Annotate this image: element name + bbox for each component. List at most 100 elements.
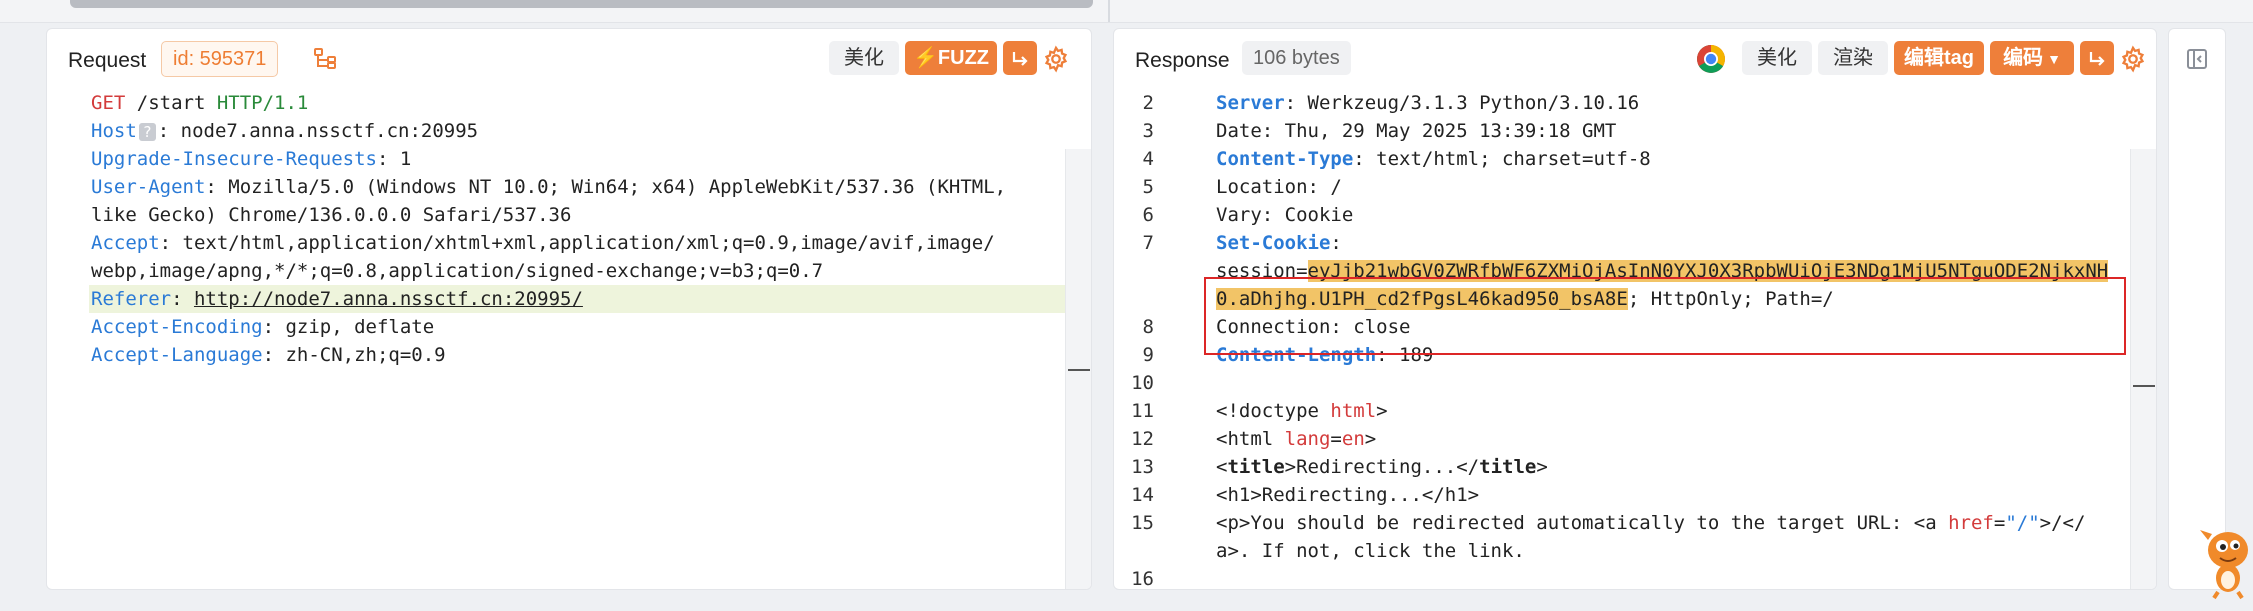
response-line: a>. If not, click the link. [1114,537,2156,565]
code-token: <!doctype [1216,400,1331,422]
request-scroll-rail[interactable] [1065,149,1091,589]
code-token: : text/html,application/xhtml+xml,applic… [159,232,995,254]
code-token: : text/html; charset=utf-8 [1353,148,1651,170]
response-line: 15 <p>You should be redirected automatica… [1114,509,2156,537]
request-line-text: GET /start HTTP/1.1 [91,89,308,117]
tree-icon[interactable] [313,46,339,77]
response-scroll-rail[interactable] [2130,149,2156,589]
fuzz-label: FUZZ [937,47,989,69]
response-line: 5 Location: / [1114,173,2156,201]
line-number: 4 [1142,148,1154,170]
request-line-text: Host?: node7.anna.nssctf.cn:20995 [91,117,478,146]
response-size-badge: 106 bytes [1242,41,1351,75]
fuzz-button[interactable]: ⚡FUZZ [905,41,997,75]
request-line-text: Accept-Encoding: gzip, deflate [91,313,434,341]
code-token: Accept-Language [91,344,263,366]
code-token: en [1341,428,1365,450]
line-number: 11 [1131,400,1154,422]
code-token: : node7.anna.nssctf.cn:20995 [157,120,479,142]
line-number: 10 [1131,372,1154,394]
line-number: 16 [1131,568,1154,590]
chrome-icon[interactable] [1696,44,1726,79]
line-number: 2 [1142,92,1154,114]
request-line: GET /start HTTP/1.1 [47,89,1091,117]
code-token: Host [91,120,137,142]
code-token: : [171,288,194,310]
code-token: Content-Type [1216,148,1354,170]
response-panel: Response 106 bytes 美化 渲染 编辑tag 编码 ▼ 2 Se… [1113,28,2157,590]
gear-icon[interactable] [1042,45,1070,78]
code-token: : [1330,232,1342,254]
render-button[interactable]: 渲染 [1818,41,1888,75]
response-line-text: <html lang=en> [1216,425,1376,453]
response-line-text: Vary: Cookie [1216,201,1353,229]
line-number: 12 [1131,428,1154,450]
line-number: 8 [1142,316,1154,338]
response-editor[interactable]: 2 Server: Werkzeug/3.1.3 Python/3.10.16 3 D… [1114,89,2156,589]
top-scrollbar[interactable] [0,0,2253,23]
code-token: like Gecko) Chrome/136.0.0.0 Safari/537.… [91,204,572,226]
code-token: GET [91,92,126,114]
wrap-icon [1012,52,1028,66]
response-line-text: Set-Cookie: [1216,229,1342,257]
edit-tag-button[interactable]: 编辑tag [1894,41,1984,75]
response-header: Response 106 bytes 美化 渲染 编辑tag 编码 ▼ [1114,29,2156,89]
panel-toggle-icon[interactable] [2185,47,2209,76]
top-divider [1108,0,1110,22]
response-beautify-button[interactable]: 美化 [1742,41,1812,75]
code-token: html [1330,400,1377,422]
code-token: : zh-CN,zh;q=0.9 [262,344,446,366]
code-token: = [1330,428,1342,450]
response-line: 14 <h1>Redirecting...</h1> [1114,481,2156,509]
request-line: Host?: node7.anna.nssctf.cn:20995 [47,117,1091,145]
response-line-text: Location: / [1216,173,1342,201]
response-line: 16 [1114,565,2156,590]
gear-icon[interactable] [2119,45,2147,78]
request-line: User-Agent: Mozilla/5.0 (Windows NT 10.0… [47,173,1091,201]
line-number: 15 [1131,512,1154,534]
code-token: Upgrade-Insecure-Requests [91,148,377,170]
request-id-badge: id: 595371 [161,41,279,77]
code-token: Vary: Cookie [1216,204,1354,226]
code-token: : gzip, deflate [262,316,435,338]
request-line-text: like Gecko) Chrome/136.0.0.0 Safari/537.… [91,201,571,229]
code-token: Server [1216,92,1285,114]
line-number: 14 [1131,484,1154,506]
request-beautify-button[interactable]: 美化 [829,41,899,75]
line-number: 7 [1142,232,1154,254]
encode-label: 编码 [2003,47,2044,69]
code-token: User-Agent [91,176,206,198]
code-token: Set-Cookie [1216,232,1331,254]
response-line: 12 <html lang=en> [1114,425,2156,453]
code-token: Date: Thu, 29 May 2025 13:39:18 GMT [1216,120,1617,142]
request-panel: Request id: 595371 美化 ⚡FUZZ GET /start H… [46,28,1092,590]
code-token: : Werkzeug/3.1.3 Python/3.10.16 [1284,92,1640,114]
session-cookie-highlight-box [1204,277,2126,355]
response-line: 6 Vary: Cookie [1114,201,2156,229]
response-line: 4 Content-Type: text/html; charset=utf-8 [1114,145,2156,173]
request-editor[interactable]: GET /start HTTP/1.1 Host?: node7.anna.nss… [47,89,1091,589]
code-token: : 1 [376,148,412,170]
help-icon: ? [138,123,156,141]
top-scrollbar-thumb[interactable] [70,0,1093,8]
response-line-text: <p>You should be redirected automaticall… [1216,509,2085,537]
code-token: Referer [91,288,172,310]
request-wrap-button[interactable] [1003,41,1037,75]
code-token: title [1227,456,1285,478]
mascot-icon[interactable] [2198,520,2253,605]
response-wrap-button[interactable] [2080,41,2114,75]
line-number: 6 [1142,204,1154,226]
code-token: > [1376,400,1388,422]
code-token: http://node7.anna.nssctf.cn:20995/ [193,288,583,310]
code-token: > [1536,456,1548,478]
response-line-text: Server: Werkzeug/3.1.3 Python/3.10.16 [1216,89,1639,117]
encode-dropdown[interactable]: 编码 ▼ [1990,41,2074,75]
response-line-text: Content-Type: text/html; charset=utf-8 [1216,145,1651,173]
response-scroll-marker [2133,385,2155,387]
request-line: Referer: http://node7.anna.nssctf.cn:209… [47,285,1091,313]
code-token: >Redirecting...</ [1284,456,1480,478]
code-token: html [1227,428,1285,450]
code-token: webp,image/apng,*/*;q=0.8,application/si… [91,260,824,282]
right-sidebar [2168,28,2226,590]
request-line-text: webp,image/apng,*/*;q=0.8,application/si… [91,257,823,285]
